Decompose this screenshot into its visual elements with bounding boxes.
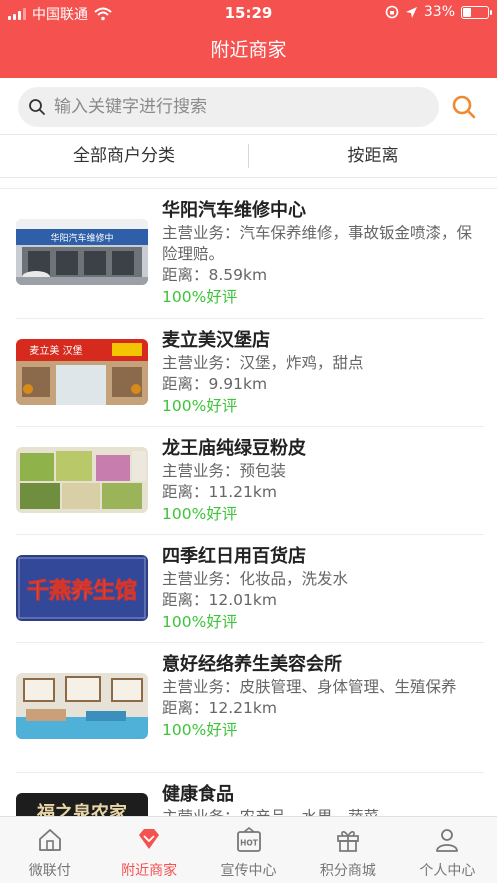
shop-name: 麦立美汉堡店 bbox=[162, 330, 270, 351]
filter-category[interactable]: 全部商户分类 bbox=[0, 135, 248, 177]
search-row bbox=[0, 78, 497, 134]
shop-name: 意好经络养生美容会所 bbox=[162, 654, 342, 675]
status-right: 33% bbox=[385, 4, 492, 20]
shop-rating: 100%好评 bbox=[162, 505, 238, 523]
shop-distance: 距离：12.21km bbox=[162, 699, 277, 717]
shop-business: 主营业务：皮肤管理、身体管理、生殖保养 bbox=[162, 678, 457, 696]
shop-photo-sign: 福之泉农家 bbox=[36, 802, 128, 816]
shop-business: 主营业务：预包装 bbox=[162, 462, 287, 480]
shop-photo: 华阳汽车维修中 bbox=[16, 219, 148, 285]
shop-business: 主营业务：汉堡，炸鸡，甜点 bbox=[162, 354, 364, 372]
tab-points-mall[interactable]: 积分商城 bbox=[298, 817, 397, 883]
shop-business: 主营业务：化妆品，洗发水 bbox=[162, 570, 349, 588]
shop-distance: 距离：8.59km bbox=[162, 266, 268, 284]
shop-item[interactable]: 千燕养生馆 四季红日用百货店 主营业务：化妆品，洗发水 距离：12.01km 1… bbox=[16, 535, 484, 643]
home-icon bbox=[38, 829, 61, 851]
shop-info: 意好经络养生美容会所 主营业务：皮肤管理、身体管理、生殖保养 距离：12.21k… bbox=[162, 643, 484, 749]
shop-distance: 距离：12.01km bbox=[162, 591, 277, 609]
nav-bar: 附近商家 bbox=[0, 26, 497, 78]
shop-info: 健康食品 主营业务：农产品，水果，蔬菜 bbox=[162, 773, 484, 816]
shop-business: 主营业务：汽车保养维修，事故钣金喷漆，保险理赔。 bbox=[162, 224, 473, 263]
svg-text:HOT: HOT bbox=[240, 839, 259, 848]
search-box[interactable] bbox=[18, 87, 439, 127]
shop-photo-sign: 华阳汽车维修中 bbox=[50, 232, 113, 244]
location-arrow-icon bbox=[405, 6, 417, 18]
tab-label: 个人中心 bbox=[419, 863, 476, 879]
tab-label: 积分商城 bbox=[319, 863, 376, 879]
shop-list[interactable]: 华阳汽车维修中 华阳汽车维修中心 主营业务：汽车保养维修，事故钣金喷漆，保险理赔… bbox=[0, 178, 497, 816]
tab-bar: 微联付 附近商家 HOT 宣传中心 积分商城 个人中心 bbox=[0, 816, 497, 883]
shop-item[interactable]: 龙王庙纯绿豆粉皮 主营业务：预包装 距离：11.21km 100%好评 bbox=[16, 427, 484, 535]
shop-rating: 100%好评 bbox=[162, 397, 238, 415]
diamond-icon bbox=[139, 829, 160, 849]
tab-profile[interactable]: 个人中心 bbox=[398, 817, 497, 883]
search-input[interactable] bbox=[54, 97, 414, 117]
shop-info: 四季红日用百货店 主营业务：化妆品，洗发水 距离：12.01km 100%好评 bbox=[162, 535, 484, 641]
shop-business: 主营业务：农产品，水果，蔬菜 bbox=[162, 807, 484, 816]
shop-item[interactable]: 福之泉农家 健康食品 主营业务：农产品，水果，蔬菜 bbox=[16, 773, 484, 816]
shop-item[interactable]: 麦立美 汉堡 麦立美汉堡店 主营业务：汉堡，炸鸡，甜点 距离：9.91km 10… bbox=[16, 319, 484, 427]
search-button-icon[interactable] bbox=[449, 92, 479, 122]
shop-item[interactable]: 意好经络养生美容会所 主营业务：皮肤管理、身体管理、生殖保养 距离：12.21k… bbox=[16, 643, 484, 773]
shop-photo-sign: 千燕养生馆 bbox=[27, 578, 137, 604]
shop-info: 华阳汽车维修中心 主营业务：汽车保养维修，事故钣金喷漆，保险理赔。 距离：8.5… bbox=[162, 189, 484, 316]
shop-photo: 麦立美 汉堡 bbox=[16, 339, 148, 405]
tab-label: 微联付 bbox=[28, 863, 71, 879]
shop-rating: 100%好评 bbox=[162, 288, 238, 306]
shop-info: 龙王庙纯绿豆粉皮 主营业务：预包装 距离：11.21km 100%好评 bbox=[162, 427, 484, 533]
shop-info: 麦立美汉堡店 主营业务：汉堡，炸鸡，甜点 距离：9.91km 100%好评 bbox=[162, 319, 484, 425]
tab-label: 附近商家 bbox=[121, 863, 178, 879]
filter-row: 全部商户分类 按距离 bbox=[0, 134, 497, 178]
shop-distance: 距离：11.21km bbox=[162, 483, 277, 501]
shop-name: 龙王庙纯绿豆粉皮 bbox=[162, 438, 306, 459]
shop-photo-sign: 麦立美 汉堡 bbox=[29, 344, 82, 357]
shop-item[interactable]: 华阳汽车维修中 华阳汽车维修中心 主营业务：汽车保养维修，事故钣金喷漆，保险理赔… bbox=[16, 189, 484, 319]
shop-name: 华阳汽车维修中心 bbox=[162, 200, 306, 221]
shop-name: 四季红日用百货店 bbox=[162, 546, 306, 567]
shop-photo bbox=[16, 673, 148, 739]
shop-photo bbox=[16, 447, 148, 513]
person-icon bbox=[436, 829, 459, 852]
tab-nearby[interactable]: 附近商家 bbox=[99, 817, 198, 883]
page-title: 附近商家 bbox=[210, 39, 287, 61]
tab-promotion[interactable]: HOT 宣传中心 bbox=[199, 817, 298, 883]
gift-icon bbox=[337, 831, 359, 852]
orientation-lock-icon bbox=[385, 5, 399, 19]
tab-weilianfu[interactable]: 微联付 bbox=[0, 817, 99, 883]
battery-percent: 33% bbox=[423, 4, 455, 20]
battery-icon bbox=[461, 5, 492, 19]
status-bar: 中国联通 15:29 33% bbox=[0, 0, 497, 26]
tab-label: 宣传中心 bbox=[220, 863, 277, 879]
filter-distance[interactable]: 按距离 bbox=[249, 135, 497, 177]
hot-icon: HOT bbox=[236, 827, 261, 852]
shop-photo: 福之泉农家 bbox=[16, 793, 148, 816]
shop-photo: 千燕养生馆 bbox=[16, 555, 148, 621]
shop-rating: 100%好评 bbox=[162, 721, 238, 739]
shop-distance: 距离：9.91km bbox=[162, 375, 268, 393]
shop-rating: 100%好评 bbox=[162, 613, 238, 631]
shop-name: 健康食品 bbox=[162, 784, 234, 805]
search-icon bbox=[29, 99, 45, 115]
